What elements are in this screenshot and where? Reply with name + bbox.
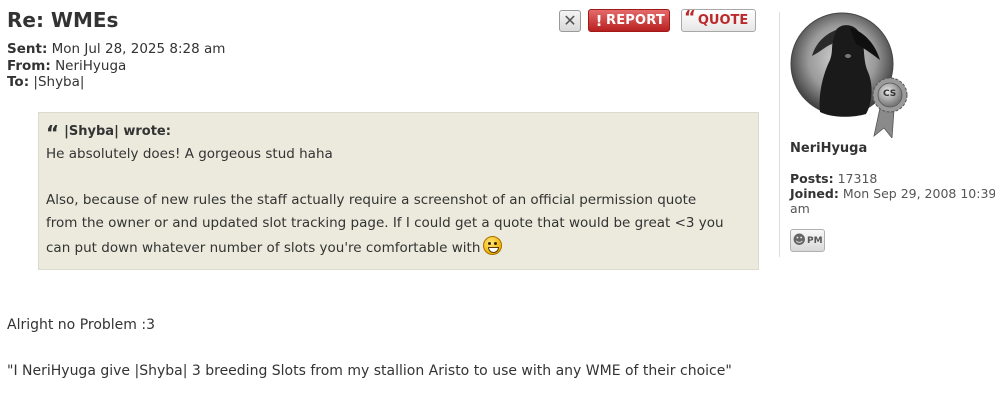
- quote-text-line-end: can put down whatever number of slots yo…: [46, 239, 481, 256]
- message-body-line: Alright no Problem :3: [7, 317, 156, 333]
- quote-button[interactable]: “ QUOTE: [681, 7, 756, 32]
- quote-text-line: He absolutely does! A gorgeous stud haha: [46, 146, 333, 162]
- posts-row: Posts: 17318: [790, 171, 995, 186]
- quote-text-line: Also, because of new rules the staff act…: [46, 191, 697, 208]
- profile-divider: [779, 12, 780, 257]
- post-title: Re: WMEs: [7, 8, 119, 32]
- joined-value-cont: am: [790, 201, 810, 216]
- posts-value[interactable]: 17318: [838, 171, 878, 186]
- to-value[interactable]: |Shyba|: [33, 74, 84, 90]
- quote-text-line: can put down whatever number of slots yo…: [46, 235, 751, 261]
- pm-label: PM: [807, 235, 823, 246]
- grin-smiley-icon: [483, 235, 503, 255]
- to-label: To:: [7, 74, 30, 90]
- quote-text-line: from the owner or and updated slot track…: [46, 215, 724, 231]
- delete-button[interactable]: ✕: [559, 10, 581, 32]
- user-icon: ☻: [792, 233, 806, 248]
- report-label: REPORT: [606, 13, 665, 28]
- avatar: CS: [790, 12, 908, 140]
- quote-label: QUOTE: [697, 13, 749, 28]
- message-body-line: "I NeriHyuga give |Shyba| 3 breeding Slo…: [7, 363, 732, 379]
- pm-button[interactable]: ☻ PM: [790, 229, 825, 252]
- sent-row: Sent: Mon Jul 28, 2025 8:28 am: [7, 41, 225, 58]
- badge-icon: [872, 77, 908, 140]
- to-row: To: |Shyba|: [7, 74, 225, 91]
- report-button[interactable]: ! REPORT: [588, 9, 670, 32]
- message-meta: Sent: Mon Jul 28, 2025 8:28 am From: Ner…: [7, 41, 225, 91]
- close-icon: ✕: [563, 11, 577, 30]
- sent-value: Mon Jul 28, 2025 8:28 am: [51, 41, 226, 57]
- badge-label: CS: [883, 89, 897, 99]
- from-row: From: NeriHyuga: [7, 58, 225, 75]
- quote-author: |Shyba| wrote:: [64, 123, 171, 139]
- quote-icon: “: [684, 7, 696, 28]
- report-icon: !: [595, 11, 603, 30]
- posts-label: Posts:: [790, 171, 834, 186]
- quote-block: “ |Shyba| wrote: He absolutely does! A g…: [38, 112, 759, 270]
- from-value[interactable]: NeriHyuga: [55, 58, 126, 74]
- from-label: From:: [7, 57, 51, 74]
- joined-row: Joined: Mon Sep 29, 2008 10:39: [790, 186, 995, 201]
- profile-info: Posts: 17318 Joined: Mon Sep 29, 2008 10…: [790, 171, 995, 216]
- quote-cite: “ |Shyba| wrote:: [46, 121, 751, 145]
- joined-label: Joined:: [790, 186, 839, 201]
- profile-username[interactable]: NeriHyuga: [790, 141, 867, 156]
- sent-label: Sent:: [7, 41, 48, 57]
- joined-value: Mon Sep 29, 2008 10:39: [842, 186, 995, 201]
- quote-mark-icon: “: [46, 121, 59, 145]
